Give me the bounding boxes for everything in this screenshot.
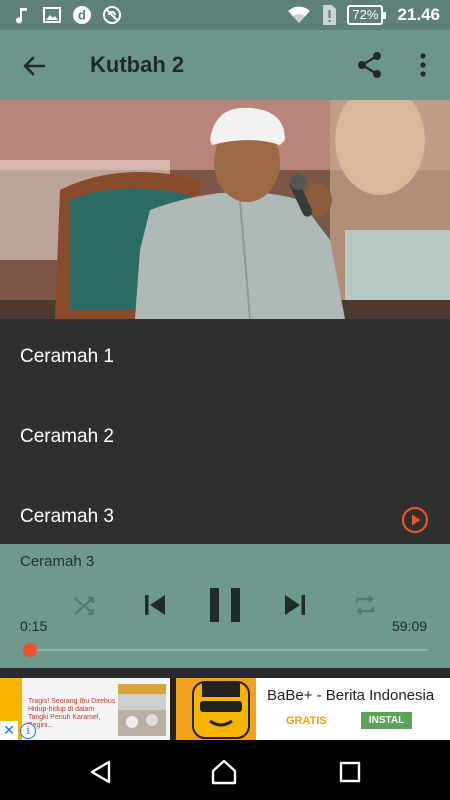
nav-recents-icon[interactable] <box>337 759 363 785</box>
battery-icon: 72% <box>347 5 387 25</box>
header-image <box>0 100 450 319</box>
shuffle-icon[interactable] <box>72 593 98 619</box>
battery-percent: 72% <box>352 7 379 22</box>
share-icon[interactable] <box>355 50 385 80</box>
nav-home-icon[interactable] <box>211 759 237 785</box>
skip-next-icon[interactable] <box>281 591 309 619</box>
list-item[interactable]: Ceramah 2 <box>0 399 450 479</box>
page-title: Kutbah 2 <box>90 52 185 77</box>
repeat-icon[interactable] <box>352 592 378 618</box>
nav-back-icon[interactable] <box>88 759 114 785</box>
ad-app-name: BaBe+ - Berita Indonesia <box>267 687 435 704</box>
dailymotion-d-icon: d <box>73 6 91 24</box>
media-player: Ceramah 3 0:15 59:09 <box>0 544 450 668</box>
list-item-label: Ceramah 2 <box>20 426 114 447</box>
current-time: 0:15 <box>20 618 48 634</box>
ad-info-icon[interactable]: i <box>20 723 36 739</box>
more-vert-icon[interactable] <box>412 50 434 80</box>
babe-logo-icon <box>192 681 250 739</box>
now-playing-title: Ceramah 3 <box>20 553 95 570</box>
no-sync-icon <box>103 6 121 24</box>
sim-alert-icon <box>323 5 337 25</box>
ad-news-headline: Tragis! Seorang Ibu Direbus Hidup-hidup … <box>28 698 116 729</box>
music-note-icon <box>16 8 27 24</box>
pause-icon[interactable] <box>206 586 244 624</box>
system-nav-bar <box>0 740 450 800</box>
skip-previous-icon[interactable] <box>141 591 169 619</box>
ad-news-thumbnail[interactable]: Tragis! Seorang Ibu Direbus Hidup-hidup … <box>22 678 170 740</box>
arrow-back-icon[interactable] <box>18 50 50 82</box>
ad-close-icon[interactable]: ✕ <box>0 721 18 740</box>
seek-bar[interactable] <box>28 649 428 651</box>
svg-text:d: d <box>78 8 86 23</box>
image-icon <box>43 7 61 23</box>
divider <box>0 668 450 678</box>
ad-news-photo <box>118 684 166 736</box>
list-item-label: Ceramah 1 <box>20 346 114 367</box>
clock: 21.46 <box>397 5 440 24</box>
ad-banner[interactable]: Tragis! Seorang Ibu Direbus Hidup-hidup … <box>0 678 450 740</box>
seek-bar-thumb[interactable] <box>22 643 37 657</box>
status-bar: d 72% 21.46 <box>0 0 450 30</box>
playlist: Ceramah 1 Ceramah 2 Ceramah 3 <box>0 319 450 544</box>
total-time: 59:09 <box>392 618 428 634</box>
play-circle-icon[interactable] <box>401 506 429 534</box>
list-item-label: Ceramah 3 <box>20 506 114 527</box>
wifi-icon <box>288 6 311 23</box>
ad-install-button[interactable]: INSTAL <box>361 712 412 729</box>
list-item[interactable]: Ceramah 1 <box>0 319 450 399</box>
app-bar: Kutbah 2 <box>0 30 450 100</box>
ad-price-label: GRATIS <box>286 715 327 727</box>
ad-app-logo <box>176 678 256 740</box>
